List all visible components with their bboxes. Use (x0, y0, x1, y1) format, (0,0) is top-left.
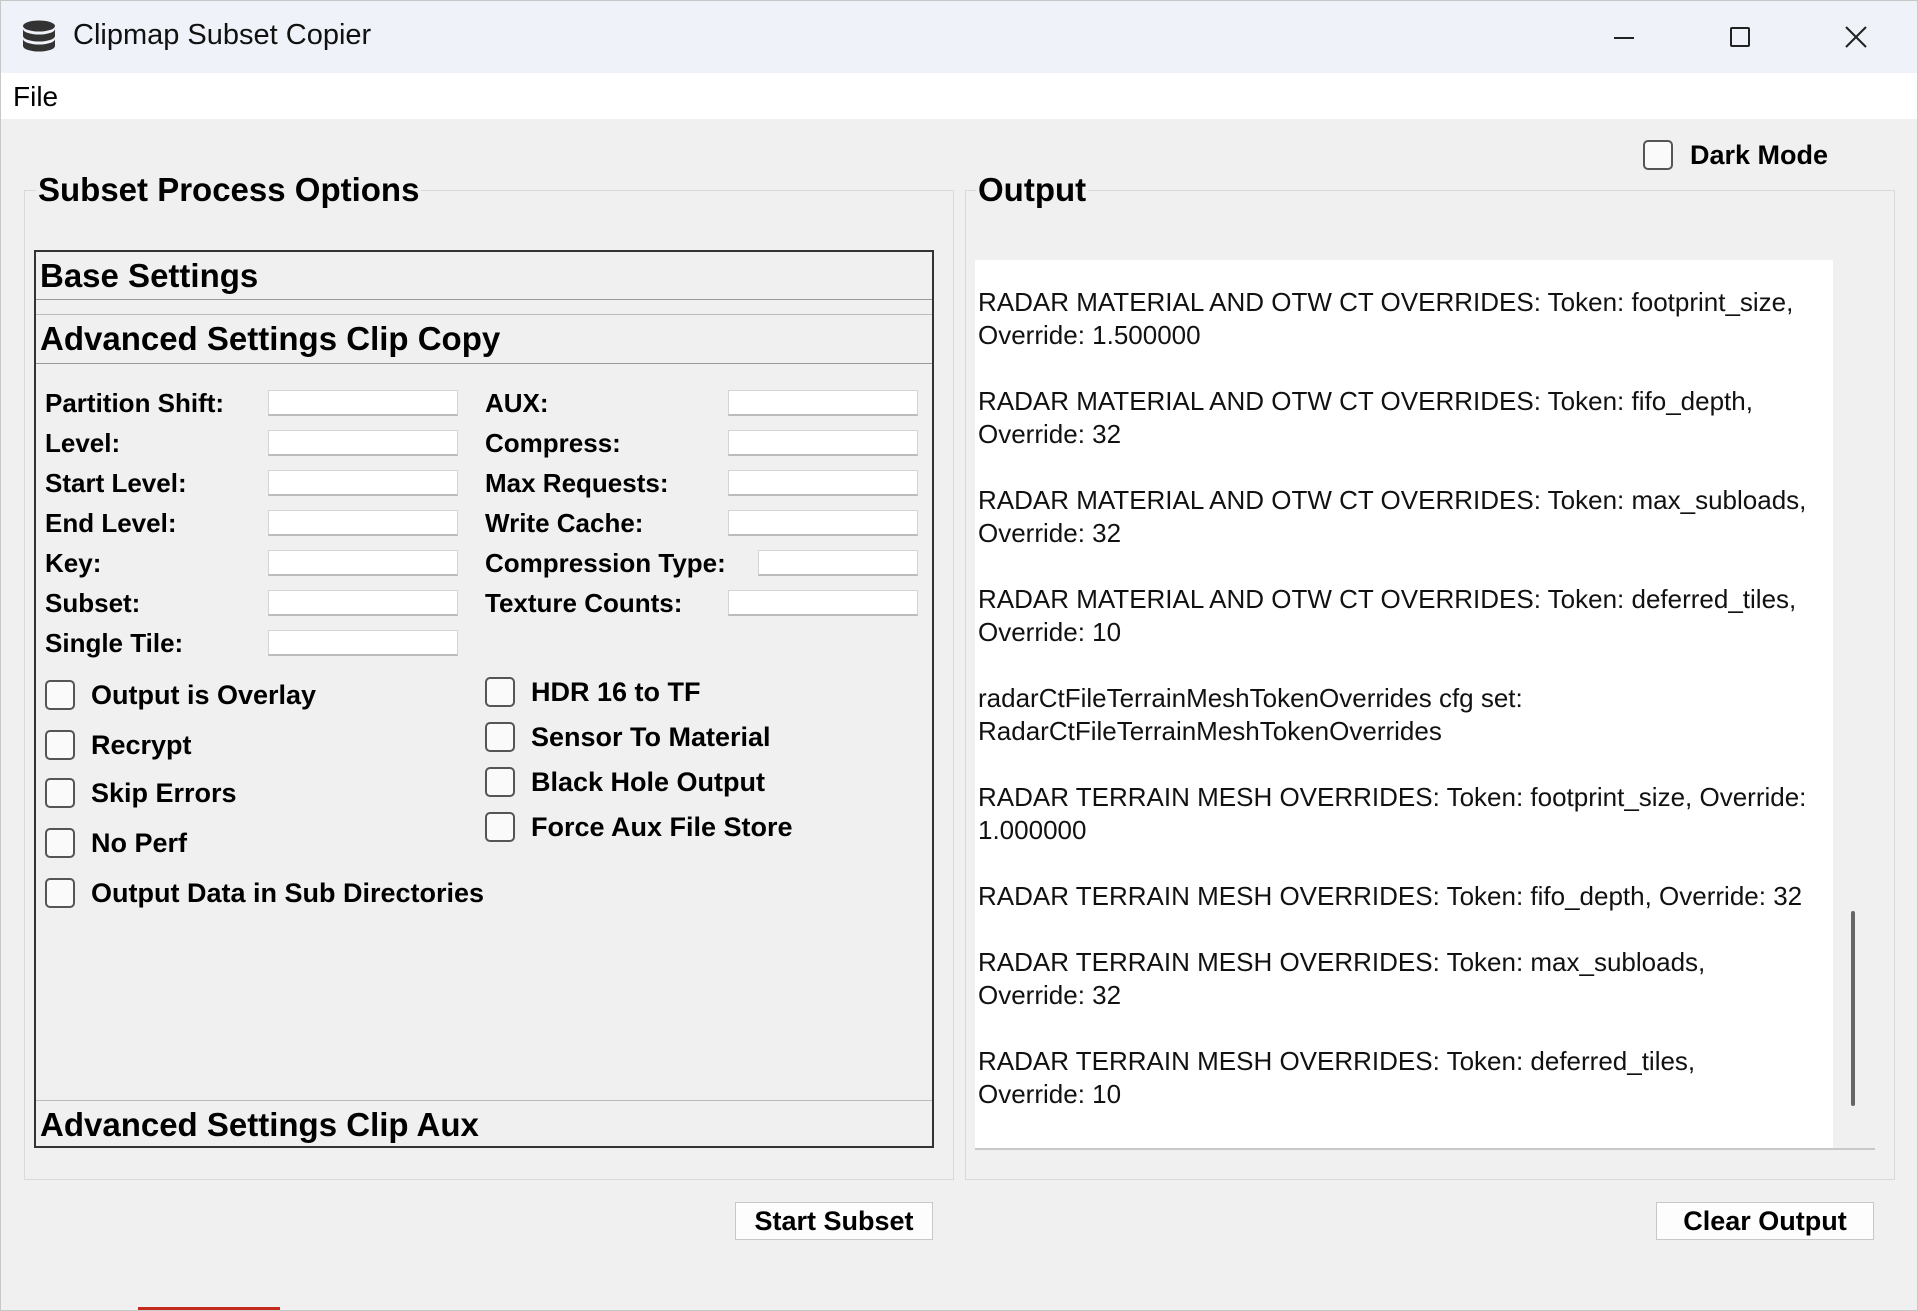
field-label: Texture Counts: (485, 588, 683, 618)
close-icon (1845, 26, 1867, 48)
output-title: Output (976, 171, 1089, 209)
clip-copy-label: Advanced Settings Clip Copy (40, 320, 501, 357)
compression-type-input[interactable] (758, 550, 918, 576)
field-label: Single Tile: (45, 628, 184, 658)
maximize-button[interactable] (1685, 1, 1795, 73)
checkbox-label: No Perf (91, 828, 188, 858)
field-label: Level: (45, 428, 121, 458)
field-label: AUX: (485, 388, 549, 418)
section-base-settings[interactable]: Base Settings (36, 252, 932, 300)
base-settings-label: Base Settings (40, 257, 259, 294)
field-label: Max Requests: (485, 468, 669, 498)
output-log: RADAR MATERIAL AND OTW CT OVERRIDES: Tok… (975, 286, 1808, 1144)
dark-mode-label: Dark Mode (1690, 140, 1829, 170)
skip-errors-checkbox[interactable] (45, 778, 75, 808)
menu-bar: File (1, 73, 1917, 119)
field-label: Compression Type: (485, 548, 726, 578)
output-is-overlay-checkbox[interactable] (45, 680, 75, 710)
checkbox-label: Sensor To Material (531, 722, 771, 752)
menu-file[interactable]: File (13, 81, 58, 113)
field-label: Subset: (45, 588, 141, 618)
sensor-to-material-checkbox[interactable] (485, 722, 515, 752)
database-icon (23, 20, 55, 52)
output-line: RADAR MATERIAL AND OTW CT OVERRIDES: Tok… (978, 485, 1807, 548)
section-clip-copy[interactable]: Advanced Settings Clip Copy (36, 314, 932, 364)
end-level-input[interactable] (268, 510, 458, 536)
output-line: RADAR MATERIAL AND OTW CT OVERRIDES: Tok… (978, 584, 1797, 647)
start-level-input[interactable] (268, 470, 458, 496)
checkbox-label: Output Data in Sub Directories (91, 878, 485, 908)
no-perf-checkbox[interactable] (45, 828, 75, 858)
partition-shift-input[interactable] (268, 390, 458, 416)
field-label: Key: (45, 548, 102, 578)
output-line: radarCtFileTerrainMeshTokenOverrides cfg… (978, 683, 1523, 746)
force-aux-file-store-checkbox[interactable] (485, 812, 515, 842)
black-hole-output-checkbox[interactable] (485, 767, 515, 797)
checkbox-label: Recrypt (91, 730, 192, 760)
output-line: RADAR MATERIAL AND OTW CT OVERRIDES: Tok… (978, 287, 1794, 350)
single-tile-input[interactable] (268, 630, 458, 656)
dark-mode-checkbox[interactable] (1643, 140, 1673, 170)
key-input[interactable] (268, 550, 458, 576)
field-label: End Level: (45, 508, 177, 538)
field-label: Compress: (485, 428, 621, 458)
output-line: RADAR TERRAIN MESH OVERRIDES: Token: def… (978, 1046, 1696, 1109)
texture-counts-input[interactable] (728, 590, 918, 616)
compress-input[interactable] (728, 430, 918, 456)
max-requests-input[interactable] (728, 470, 918, 496)
subset-options-title: Subset Process Options (36, 171, 422, 209)
aux-input[interactable] (728, 390, 918, 416)
hdr-16-to-tf-checkbox[interactable] (485, 677, 515, 707)
output-textarea[interactable]: RADAR MATERIAL AND OTW CT OVERRIDES: Tok… (975, 260, 1833, 1148)
field-label: Partition Shift: (45, 388, 225, 418)
window-title: Clipmap Subset Copier (73, 19, 372, 51)
section-clip-aux[interactable]: Advanced Settings Clip Aux (36, 1100, 932, 1148)
clear-output-button[interactable]: Clear Output (1656, 1202, 1874, 1240)
recrypt-checkbox[interactable] (45, 730, 75, 760)
field-label: Write Cache: (485, 508, 644, 538)
output-line: RADAR TERRAIN MESH OVERRIDES: Token: fif… (978, 881, 1803, 911)
minimize-button[interactable] (1569, 1, 1679, 73)
checkbox-label: HDR 16 to TF (531, 677, 701, 707)
start-subset-button[interactable]: Start Subset (735, 1202, 933, 1240)
minimize-icon (1614, 37, 1634, 39)
output-scrollbar[interactable] (1851, 911, 1855, 1106)
output-sub-directories-checkbox[interactable] (45, 878, 75, 908)
output-line: RADAR MATERIAL AND OTW CT OVERRIDES: Tok… (978, 386, 1753, 449)
checkbox-label: Output is Overlay (91, 680, 317, 710)
taskbar-indicator (138, 1307, 280, 1310)
output-bottom-border (975, 1148, 1875, 1150)
settings-accordion: Base Settings Advanced Settings Clip Cop… (34, 250, 934, 1148)
close-button[interactable] (1801, 1, 1911, 73)
app-window: Clipmap Subset Copier File Dark Mode Sub… (0, 0, 1918, 1311)
output-line: RADAR TERRAIN MESH OVERRIDES: Token: max… (978, 947, 1706, 1010)
field-label: Start Level: (45, 468, 187, 498)
output-line: RADAR TERRAIN MESH OVERRIDES: Token: foo… (978, 782, 1807, 845)
title-bar[interactable]: Clipmap Subset Copier (1, 1, 1917, 73)
maximize-icon (1730, 27, 1750, 47)
write-cache-input[interactable] (728, 510, 918, 536)
level-input[interactable] (268, 430, 458, 456)
subset-input[interactable] (268, 590, 458, 616)
checkbox-label: Force Aux File Store (531, 812, 793, 842)
checkbox-label: Black Hole Output (531, 767, 766, 797)
checkbox-label: Skip Errors (91, 778, 237, 808)
clip-aux-label: Advanced Settings Clip Aux (40, 1106, 479, 1143)
